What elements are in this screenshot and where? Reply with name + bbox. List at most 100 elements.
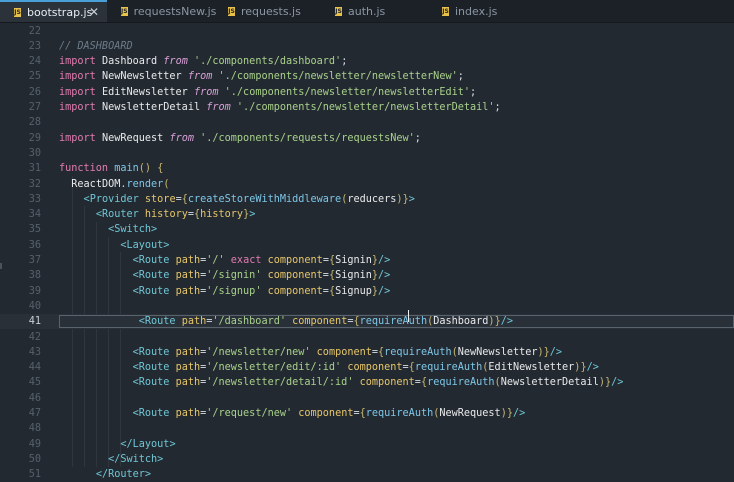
line-number: 41 [28, 316, 41, 328]
code-text: <Route path='/dashboard' component={requ… [138, 316, 513, 328]
code-line[interactable]: 28 [0, 115, 734, 130]
code-text: <Route path='/newsletter/new' component=… [132, 346, 563, 358]
code-line[interactable]: 36 <Layout> [0, 238, 734, 253]
line-number: 44 [28, 362, 41, 374]
code-text: ReactDOM.render( [71, 178, 170, 190]
code-text: <Provider store={createStoreWithMiddlewa… [83, 193, 415, 205]
js-file-icon: JS [442, 6, 449, 16]
js-file-icon: JS [335, 6, 342, 16]
tab-label: index.js [455, 4, 498, 18]
line-number: 26 [28, 86, 41, 98]
code-line[interactable]: 45 <Route path='/newsletter/detail/:id' … [0, 375, 734, 390]
code-line[interactable]: 30 [0, 146, 734, 161]
code-line[interactable]: 44 <Route path='/newsletter/edit/:id' co… [0, 360, 734, 375]
code-line[interactable]: 46 [0, 391, 734, 406]
code-text: <Route path='/request/new' component={re… [132, 408, 526, 419]
code-line[interactable]: 38 <Route path='/signin' component={Sign… [0, 268, 734, 283]
code-text: <Route path='/newsletter/detail/:id' com… [132, 377, 624, 389]
code-line[interactable]: 31 function main() { [0, 161, 734, 176]
line-number: 32 [28, 178, 41, 190]
line-number: 38 [28, 270, 41, 282]
code-line[interactable]: 48 [0, 421, 734, 436]
tab-label: auth.js [348, 4, 386, 18]
text-cursor [408, 310, 409, 322]
line-number: 43 [28, 346, 41, 358]
code-text: <Router history={history}> [95, 209, 256, 221]
line-number: 24 [28, 56, 41, 68]
code-line[interactable]: 22 [0, 24, 734, 39]
code-line[interactable]: 34 <Router history={history}> [0, 207, 734, 222]
code-text: import EditNewsletter from './components… [59, 86, 477, 98]
js-file-icon: JS [228, 6, 235, 16]
code-text: // DASHBOARD [59, 40, 133, 52]
code-line[interactable]: 33 <Provider store={createStoreWithMiddl… [0, 192, 734, 207]
tab-bootstrap-js[interactable]: JS bootstrap.js ✕ [0, 0, 107, 22]
code-line[interactable]: 50 </Switch> [0, 452, 734, 467]
tab-bar: JS bootstrap.js ✕ JS requestsNew.js JS r… [0, 0, 734, 23]
line-number: 45 [28, 377, 41, 389]
code-text: import NewRequest from './components/req… [59, 132, 421, 144]
code-line[interactable]: 40 [0, 299, 734, 314]
code-line[interactable]: 29 import NewRequest from './components/r… [0, 131, 734, 146]
js-file-icon: JS [121, 6, 128, 16]
code-line[interactable]: 39 <Route path='/signup' component={Sign… [0, 284, 734, 299]
tab-requestsnew-js[interactable]: JS requestsNew.js [107, 0, 217, 22]
line-number: 36 [28, 239, 41, 251]
code-line[interactable]: 32 ReactDOM.render( [0, 177, 734, 192]
code-text: <Route path='/' exact component={Signin}… [132, 255, 391, 266]
code-line[interactable]: 43 <Route path='/newsletter/new' compone… [0, 345, 734, 360]
line-number: 49 [28, 438, 41, 450]
code-text: <Layout> [120, 239, 170, 251]
line-number: 28 [28, 117, 41, 129]
code-text: <Route path='/signin' component={Signin}… [132, 270, 391, 282]
tab-label: requestsNew.js [133, 4, 217, 18]
close-icon[interactable]: ✕ [89, 5, 99, 19]
code-text: function main() { [59, 163, 164, 175]
code-line[interactable]: 47 <Route path='/request/new' component=… [0, 406, 734, 421]
line-number: 42 [28, 331, 41, 343]
tab-requests-js[interactable]: JS requests.js [214, 0, 321, 22]
line-number: 34 [28, 209, 41, 221]
code-text: <Switch> [108, 224, 158, 236]
line-number: 46 [28, 392, 41, 404]
line-number: 51 [28, 469, 41, 481]
code-line[interactable]: 24 import Dashboard from './components/da… [0, 54, 734, 69]
code-text: import NewsletterDetail from './componen… [59, 102, 501, 113]
code-line[interactable]: 51 </Router> [0, 467, 734, 482]
code-text: <Route path='/signup' component={Signup}… [132, 285, 391, 297]
current-line[interactable]: 41 <Route path='/dashboard' component={r… [0, 314, 734, 330]
code-line[interactable]: 42 [0, 330, 734, 345]
line-number: 33 [28, 193, 41, 205]
line-number: 22 [28, 25, 41, 37]
line-number: 31 [28, 163, 41, 175]
line-number: 37 [28, 255, 41, 266]
code-line[interactable]: 23 // DASHBOARD [0, 39, 734, 54]
line-number: 29 [28, 132, 41, 144]
code-line[interactable]: 49 </Layout> [0, 437, 734, 452]
code-text: </Switch> [108, 453, 164, 465]
code-line[interactable]: 35 <Switch> [0, 222, 734, 237]
tab-auth-js[interactable]: JS auth.js [321, 0, 428, 22]
code-line[interactable]: 26 import EditNewsletter from './componen… [0, 85, 734, 100]
tab-label: bootstrap.js [27, 5, 93, 19]
line-number: 23 [28, 40, 41, 52]
code-text: </Router> [95, 469, 152, 481]
code-line[interactable]: 27 import NewsletterDetail from './compon… [0, 100, 734, 115]
code-text: <Route path='/newsletter/edit/:id' compo… [132, 362, 599, 374]
line-number: 25 [28, 71, 41, 83]
line-number: 48 [28, 423, 41, 435]
code-line[interactable]: 37 <Route path='/' exact component={Sign… [0, 253, 734, 268]
line-number: 50 [28, 453, 41, 465]
line-number: 40 [28, 300, 41, 312]
line-number: 27 [28, 102, 41, 113]
line-number: 47 [28, 408, 41, 419]
code-editor[interactable]: 22 23 // DASHBOARD 24 import Dashboard from … [0, 23, 734, 481]
line-number: 30 [28, 147, 41, 159]
js-file-icon: JS [14, 7, 21, 17]
tab-label: requests.js [241, 4, 301, 18]
code-line[interactable]: 25 import NewNewsletter from './component… [0, 69, 734, 84]
code-text: import Dashboard from './components/dash… [59, 56, 348, 68]
tab-index-js[interactable]: JS index.js [428, 0, 535, 22]
line-number: 39 [28, 285, 41, 297]
code-text: </Layout> [120, 438, 176, 450]
